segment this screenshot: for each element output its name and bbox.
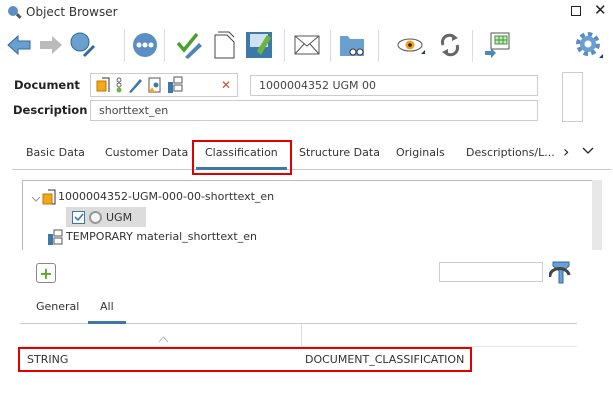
maximize-button[interactable] [571,6,581,16]
subtab-general[interactable]: General [36,300,79,313]
filter-reset-icon[interactable] [548,261,573,288]
tab-structure-data[interactable]: Structure Data [299,146,380,159]
classification-highlight [192,140,292,175]
radio-icon[interactable] [89,210,102,224]
edit-icon[interactable] [127,76,143,94]
description-label: Description [13,103,88,117]
description-field[interactable]: shorttext_en [90,100,538,121]
tab-descriptions[interactable]: Descriptions/L... [466,146,555,159]
document-icon [96,77,110,92]
material-structure-icon [47,229,63,248]
document-label: Document [14,78,80,92]
settings-icon[interactable] [574,30,604,60]
tree-item-label: UGM [106,210,133,224]
structure-icon[interactable] [167,76,183,94]
app-icon [6,4,22,20]
document-type-icons: ✕ [90,73,238,97]
tabs-scroll-right-icon[interactable]: › [563,142,569,161]
email-icon[interactable] [292,30,322,60]
document-number-field[interactable]: 1000004352 UGM 00 [250,75,538,96]
document-icon [42,188,58,209]
tab-originals[interactable]: Originals [396,146,445,159]
active-subtab-underline [88,321,126,324]
tab-basic-data[interactable]: Basic Data [26,146,85,159]
tree-scrollbar[interactable] [592,180,602,250]
thumbnail-box [562,72,583,122]
add-button[interactable]: + [36,263,56,283]
clear-icon[interactable]: ✕ [221,78,231,92]
export-table-icon[interactable] [482,30,512,60]
tab-customer-data[interactable]: Customer Data [105,146,188,159]
column-divider [301,324,302,346]
search-input[interactable] [439,262,543,282]
tree-item-document[interactable]: 1000004352-UGM-000-00-shorttext_en [58,190,274,203]
subtab-all[interactable]: All [100,300,114,313]
tabs-overflow-icon[interactable] [582,145,594,158]
checkbox[interactable] [72,210,85,224]
tree-item-ugm[interactable]: UGM [66,207,146,227]
refresh-icon[interactable] [435,30,465,60]
sort-ascending-icon[interactable] [158,333,169,346]
folder-search-icon[interactable] [338,30,368,60]
more-icon[interactable] [130,30,160,60]
search-edit-icon[interactable] [68,30,98,60]
window-title: Object Browser [26,5,118,19]
status-icon [116,77,122,93]
tree-item-material[interactable]: TEMPORARY material_shorttext_en [66,230,257,243]
save-icon[interactable] [244,30,274,60]
check-edit-icon[interactable] [174,30,204,60]
row-highlight [18,347,472,372]
back-arrow-icon[interactable] [4,30,34,60]
expand-icon[interactable] [31,193,41,206]
forward-arrow-icon[interactable] [36,30,66,60]
new-document-icon[interactable] [210,30,240,60]
object-links-icon[interactable] [147,76,163,94]
close-button[interactable]: ✕ [594,1,607,19]
display-icon[interactable] [396,30,426,60]
